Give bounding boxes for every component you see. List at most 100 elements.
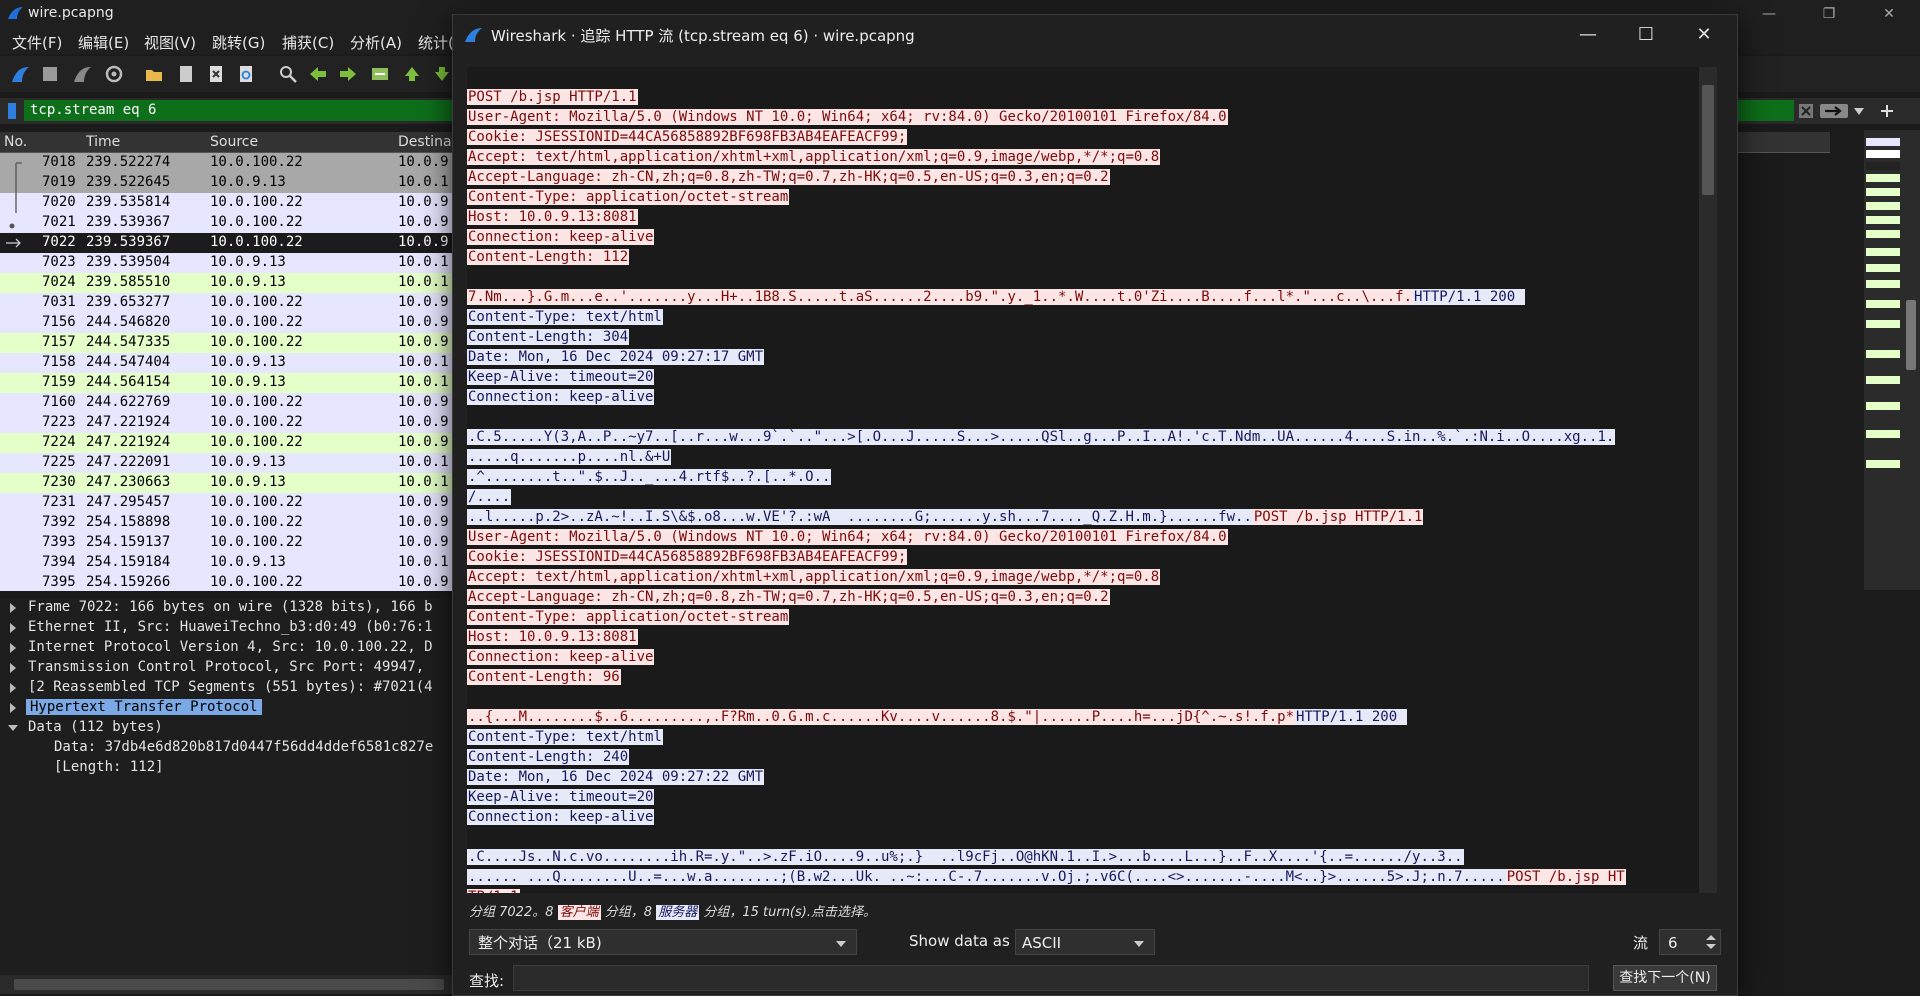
menu-capture[interactable]: 捕获(C)	[282, 32, 334, 53]
stream-line[interactable]: Content-Length: 240	[467, 747, 1697, 767]
table-row[interactable]: 7022 239.539367 10.0.100.22 10.0.9	[0, 233, 460, 253]
stream-line[interactable]: Accept: text/html,application/xhtml+xml,…	[467, 147, 1697, 167]
conversation-select[interactable]: 整个对话（21 kB)	[469, 929, 857, 955]
expanded-arrow-icon[interactable]	[8, 725, 18, 731]
go-to-packet-icon[interactable]	[370, 64, 390, 84]
stream-number-spinbox[interactable]: 6	[1659, 929, 1721, 955]
table-row[interactable]: 7394 254.159184 10.0.9.13 10.0.1	[0, 553, 460, 573]
tree-item[interactable]: [Length: 112]	[0, 758, 460, 778]
stream-line[interactable]: Content-Type: text/html	[467, 307, 1697, 327]
stream-line[interactable]: Content-Length: 96	[467, 667, 1697, 687]
stream-line[interactable]: ..{...M........$..6.........,.F?Rm..0.G.…	[467, 707, 1697, 727]
stream-line[interactable]: ...... ...Q........U..=...w.a........;(B…	[467, 867, 1697, 887]
stream-line[interactable]: Host: 10.0.9.13:8081	[467, 207, 1697, 227]
minimap-scroll-thumb[interactable]	[1906, 300, 1916, 370]
table-row[interactable]: 7024 239.585510 10.0.9.13 10.0.1	[0, 273, 460, 293]
menu-file[interactable]: 文件(F)	[12, 32, 62, 53]
table-row[interactable]: 7020 239.535814 10.0.100.22 10.0.9	[0, 193, 460, 213]
dialog-close-button[interactable]: ✕	[1675, 15, 1733, 55]
stream-line[interactable]	[467, 827, 1697, 847]
stream-line[interactable]: Date: Mon, 16 Dec 2024 09:27:17 GMT	[467, 347, 1697, 367]
collapsed-arrow-icon[interactable]	[10, 703, 16, 713]
filter-dropdown-icon[interactable]	[1854, 108, 1864, 115]
clear-filter-icon[interactable]	[1798, 103, 1814, 119]
table-row[interactable]: 7158 244.547404 10.0.9.13 10.0.1	[0, 353, 460, 373]
col-time[interactable]: Time	[86, 134, 120, 150]
find-input[interactable]	[513, 965, 1589, 991]
find-next-button[interactable]: 查找下一个(N)	[1613, 965, 1717, 991]
packet-list[interactable]: 7018 239.522274 10.0.100.22 10.0.9 7019 239.5…	[0, 153, 460, 591]
col-source[interactable]: Source	[210, 134, 258, 150]
dialog-maximize-button[interactable]: ☐	[1617, 15, 1675, 55]
stream-line[interactable]: .....q.......p....nl.&+U	[467, 447, 1697, 467]
table-row[interactable]: 7031 239.653277 10.0.100.22 10.0.9	[0, 293, 460, 313]
scroll-thumb[interactable]	[14, 979, 444, 990]
menu-view[interactable]: 视图(V)	[144, 32, 196, 53]
add-filter-button-icon[interactable]	[1880, 104, 1894, 118]
stream-line[interactable]: .C....Js..N.c.vo........ih.R=.y."..>.zF.…	[467, 847, 1697, 867]
stream-line[interactable]: Connection: keep-alive	[467, 387, 1697, 407]
details-horizontal-scrollbar[interactable]	[0, 975, 460, 994]
stream-line[interactable]: Host: 10.0.9.13:8081	[467, 627, 1697, 647]
open-file-icon[interactable]	[144, 64, 164, 84]
table-row[interactable]: 7160 244.622769 10.0.100.22 10.0.9	[0, 393, 460, 413]
menu-edit[interactable]: 编辑(E)	[78, 32, 129, 53]
table-row[interactable]: 7018 239.522274 10.0.100.22 10.0.9	[0, 153, 460, 173]
stream-line[interactable]: Keep-Alive: timeout=20	[467, 367, 1697, 387]
collapsed-arrow-icon[interactable]	[10, 663, 16, 673]
table-row[interactable]: 7223 247.221924 10.0.100.22 10.0.9	[0, 413, 460, 433]
stream-line[interactable]: ..l.....p.2>..zA.~!..I.S\&$.o8...w.VE'?.…	[467, 507, 1697, 527]
table-row[interactable]: 7159 244.564154 10.0.9.13 10.0.1	[0, 373, 460, 393]
stream-line[interactable]: Connection: keep-alive	[467, 647, 1697, 667]
packet-minimap[interactable]	[1864, 130, 1920, 590]
stream-line[interactable]: Connection: keep-alive	[467, 807, 1697, 827]
collapsed-arrow-icon[interactable]	[10, 683, 16, 693]
first-packet-icon[interactable]	[402, 64, 422, 84]
stop-capture-icon[interactable]	[40, 64, 60, 84]
stream-line[interactable]	[467, 267, 1697, 287]
capture-options-icon[interactable]	[104, 64, 124, 84]
stream-line[interactable]: 7.Nm...}.G.m...e..'.......y...H+..1B8.S.…	[467, 287, 1697, 307]
table-row[interactable]: 7395 254.159266 10.0.100.22 10.0.9	[0, 573, 460, 591]
table-row[interactable]: 7230 247.230663 10.0.9.13 10.0.1	[0, 473, 460, 493]
spin-arrows-icon[interactable]	[1706, 933, 1716, 951]
table-row[interactable]: 7231 247.295457 10.0.100.22 10.0.9	[0, 493, 460, 513]
stream-line[interactable]: .C.5.....Y(3,A..P..~y7..[..r...w...9`.`.…	[467, 427, 1697, 447]
restart-capture-icon[interactable]	[72, 64, 92, 84]
stream-line[interactable]: TP/1.1	[467, 887, 1697, 893]
bookmark-icon[interactable]	[6, 102, 18, 120]
stream-line[interactable]: Content-Type: application/octet-stream	[467, 607, 1697, 627]
data-format-select[interactable]: ASCII	[1015, 929, 1155, 955]
menu-go[interactable]: 跳转(G)	[212, 32, 265, 53]
tree-item[interactable]: Data (112 bytes)	[0, 718, 460, 738]
stream-line[interactable]	[467, 687, 1697, 707]
close-file-icon[interactable]	[206, 64, 226, 84]
stream-line[interactable]: User-Agent: Mozilla/5.0 (Windows NT 10.0…	[467, 107, 1697, 127]
maximize-button[interactable]: ❐	[1806, 0, 1852, 28]
col-no[interactable]: No.	[4, 134, 27, 150]
stream-line[interactable]: User-Agent: Mozilla/5.0 (Windows NT 10.0…	[467, 527, 1697, 547]
stream-content-pane[interactable]: POST /b.jsp HTTP/1.1 User-Agent: Mozilla/…	[467, 67, 1717, 893]
dialog-minimize-button[interactable]: —	[1559, 15, 1617, 55]
tree-item[interactable]: [2 Reassembled TCP Segments (551 bytes):…	[0, 678, 460, 698]
stream-line[interactable]: Content-Length: 304	[467, 327, 1697, 347]
table-row[interactable]: 7019 239.522645 10.0.9.13 10.0.1	[0, 173, 460, 193]
tree-item[interactable]: Transmission Control Protocol, Src Port:…	[0, 658, 460, 678]
menu-analyze[interactable]: 分析(A)	[350, 32, 402, 53]
stream-line[interactable]: Cookie: JSESSIONID=44CA56858892BF698FB3A…	[467, 547, 1697, 567]
stream-line[interactable]	[467, 407, 1697, 427]
find-packet-icon[interactable]	[278, 64, 298, 84]
table-row[interactable]: 7023 239.539504 10.0.9.13 10.0.1	[0, 253, 460, 273]
collapsed-arrow-icon[interactable]	[10, 623, 16, 633]
stream-line[interactable]: Accept-Language: zh-CN,zh;q=0.8,zh-TW;q=…	[467, 167, 1697, 187]
tree-item[interactable]: Hypertext Transfer Protocol	[0, 698, 460, 718]
table-row[interactable]: 7021 239.539367 10.0.100.22 10.0.9	[0, 213, 460, 233]
go-back-icon[interactable]	[308, 64, 328, 84]
minimize-button[interactable]: —	[1746, 0, 1792, 28]
stream-line[interactable]: Keep-Alive: timeout=20	[467, 787, 1697, 807]
collapsed-arrow-icon[interactable]	[10, 603, 16, 613]
tree-item[interactable]: Ethernet II, Src: HuaweiTechno_b3:d0:49 …	[0, 618, 460, 638]
stream-line[interactable]: Content-Length: 112	[467, 247, 1697, 267]
packet-details[interactable]: Frame 7022: 166 bytes on wire (1328 bits…	[0, 598, 460, 978]
close-button[interactable]: ✕	[1866, 0, 1912, 28]
